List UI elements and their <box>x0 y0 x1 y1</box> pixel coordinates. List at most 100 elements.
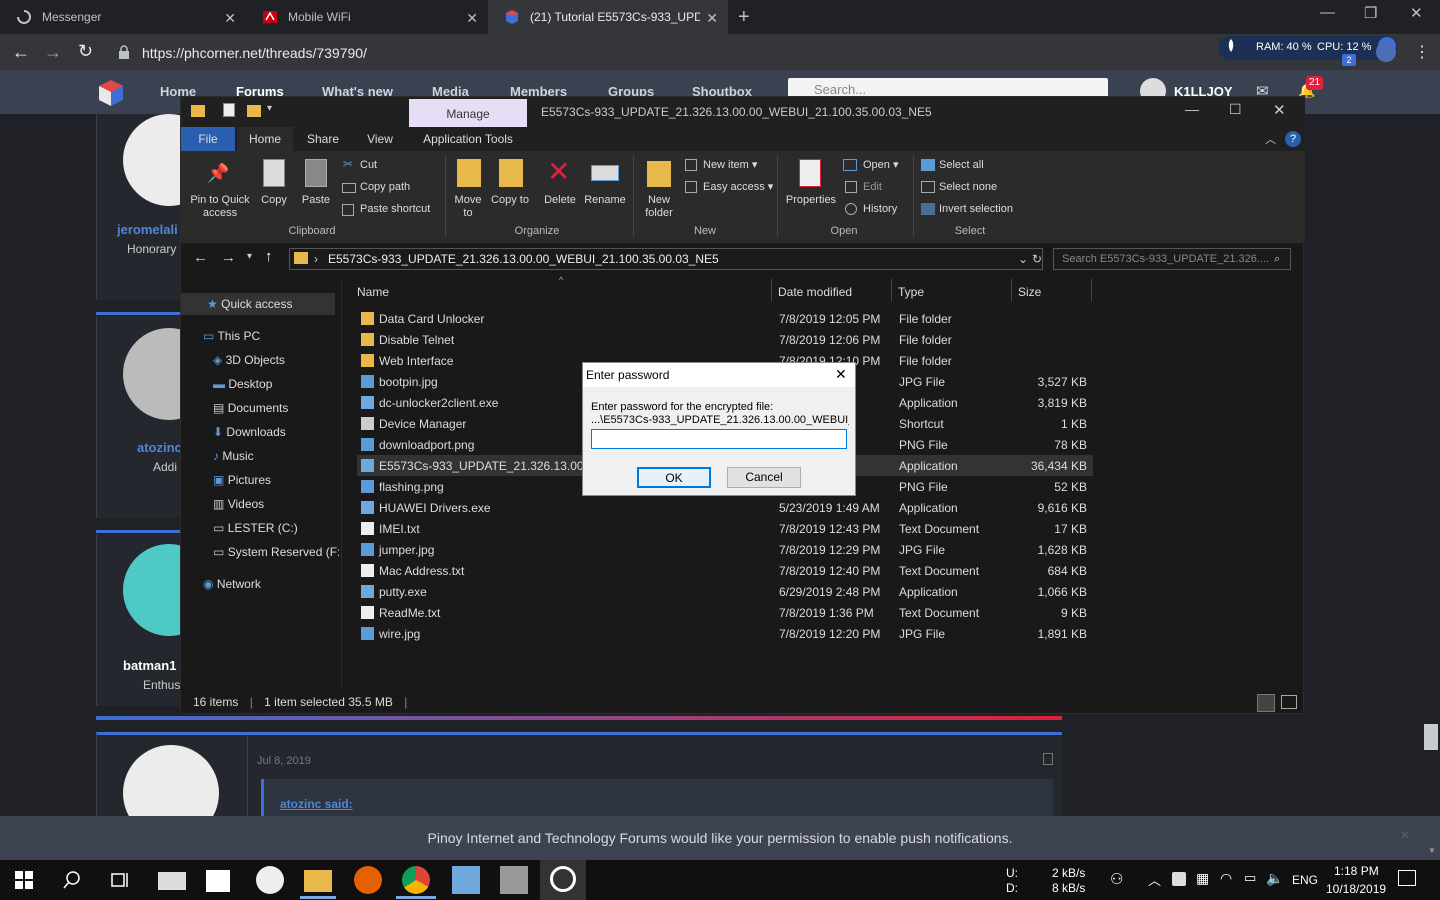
column-name[interactable]: Name <box>357 285 389 299</box>
tab-file[interactable]: File <box>181 127 235 151</box>
column-separator[interactable] <box>1091 279 1092 301</box>
column-type[interactable]: Type <box>898 285 924 299</box>
store-icon[interactable] <box>206 870 230 892</box>
tab-share[interactable]: Share <box>297 127 349 151</box>
tab-messenger[interactable]: Messenger ✕ <box>0 0 246 34</box>
chrome-icon[interactable] <box>402 866 430 894</box>
tab-view[interactable]: View <box>355 127 405 151</box>
column-separator[interactable] <box>771 279 772 301</box>
up-arrow-icon[interactable]: ↑ <box>265 248 273 265</box>
cut-button[interactable]: Cut <box>360 159 377 172</box>
minimize-icon[interactable]: — <box>1185 101 1199 117</box>
author-name[interactable]: batman1 <box>123 658 176 673</box>
easy-access-button[interactable]: Easy access ▾ <box>703 181 773 194</box>
show-hidden-icons-chevron-icon[interactable]: ︿ <box>1148 870 1161 889</box>
search-icon[interactable] <box>62 870 82 890</box>
forward-arrow-icon[interactable]: → <box>221 249 236 266</box>
clock-date[interactable]: 10/18/2019 <box>1326 882 1386 896</box>
notepad-app-icon[interactable] <box>452 866 480 894</box>
file-row[interactable]: Disable Telnet 7/8/2019 12:06 PM File fold… <box>357 329 1093 350</box>
properties-quick-icon[interactable] <box>223 103 235 117</box>
restore-icon[interactable]: ❐ <box>1364 4 1377 22</box>
back-arrow-icon[interactable]: ← <box>193 249 208 266</box>
password-input[interactable] <box>591 429 847 449</box>
close-window-icon[interactable]: ✕ <box>1410 4 1423 22</box>
action-center-icon[interactable] <box>1398 870 1416 886</box>
new-tab-button[interactable]: + <box>738 6 750 29</box>
security-shield-icon[interactable] <box>1172 872 1186 886</box>
people-icon[interactable]: ⚇ <box>1110 870 1123 888</box>
cancel-button[interactable]: Cancel <box>727 467 801 488</box>
file-row[interactable]: Mac Address.txt 7/8/2019 12:40 PM Text Doc… <box>357 560 1093 581</box>
file-row[interactable]: HUAWEI Drivers.exe 5/23/2019 1:49 AM Appli… <box>357 497 1093 518</box>
delete-button[interactable]: Delete <box>539 194 581 207</box>
quote-author[interactable]: atozinc said: <box>280 797 353 811</box>
post-date[interactable]: Jul 8, 2019 <box>257 755 311 767</box>
history-button[interactable]: History <box>863 203 897 216</box>
minimize-icon[interactable]: — <box>1320 4 1335 21</box>
mail-icon[interactable] <box>158 872 186 890</box>
bookmark-icon[interactable] <box>1043 753 1053 765</box>
explorer-search-input[interactable]: Search E5573Cs-933_UPDATE_21.326.... ⌕ <box>1053 248 1291 270</box>
scroll-down-icon[interactable]: ▼ <box>1428 846 1436 855</box>
close-icon[interactable]: ✕ <box>1400 828 1410 842</box>
file-row[interactable]: Data Card Unlocker 7/8/2019 12:05 PM File … <box>357 308 1093 329</box>
copy-to-button[interactable]: Copy to <box>491 194 529 207</box>
details-view-icon[interactable] <box>1257 694 1275 712</box>
address-bar[interactable]: https://phcorner.net/threads/739790/ <box>108 40 1208 66</box>
firefox-icon[interactable] <box>354 866 382 894</box>
reload-icon[interactable]: ↻ <box>78 41 93 62</box>
tab-mobile-wifi[interactable]: Mobile WiFi ✕ <box>246 0 488 34</box>
recent-locations-icon[interactable]: ▾ <box>247 251 252 262</box>
select-all-button[interactable]: Select all <box>939 159 984 172</box>
edit-button[interactable]: Edit <box>863 181 882 194</box>
task-view-icon[interactable] <box>110 870 130 890</box>
profile-avatar[interactable] <box>1376 42 1396 62</box>
file-row[interactable]: ReadMe.txt 7/8/2019 1:36 PM Text Document 9… <box>357 602 1093 623</box>
manage-contextual-tab[interactable]: Manage <box>409 99 527 127</box>
tab-application-tools[interactable]: Application Tools <box>409 127 527 151</box>
close-tab-icon[interactable]: ✕ <box>706 10 718 27</box>
explorer-address-bar[interactable]: › E5573Cs-933_UPDATE_21.326.13.00.00_WEB… <box>289 248 1043 270</box>
volume-icon[interactable]: 🔈 <box>1266 870 1283 887</box>
file-row[interactable]: jumper.jpg 7/8/2019 12:29 PM JPG File 1,628… <box>357 539 1093 560</box>
column-separator[interactable] <box>1011 279 1012 301</box>
help-icon[interactable]: ? <box>1285 131 1301 147</box>
back-arrow-icon[interactable]: ← <box>12 42 30 63</box>
wifi-icon[interactable]: ◠ <box>1220 870 1232 887</box>
battery-icon[interactable]: ▭ <box>1244 870 1256 886</box>
input-language[interactable]: ENG <box>1292 873 1318 887</box>
close-icon[interactable]: ✕ <box>1273 101 1286 119</box>
close-icon[interactable]: ✕ <box>835 366 847 383</box>
page-scrollbar[interactable] <box>1424 724 1438 750</box>
select-none-button[interactable]: Select none <box>939 181 997 194</box>
extension-stats-pill[interactable]: RAM: 40 % CPU: 12 % → <box>1218 36 1398 60</box>
installer-app-icon[interactable] <box>500 866 528 894</box>
close-tab-icon[interactable]: ✕ <box>224 10 236 27</box>
column-size[interactable]: Size <box>1018 285 1041 299</box>
author-name[interactable]: jeromelali <box>117 222 178 237</box>
ok-button[interactable]: OK <box>637 467 711 488</box>
site-logo-icon[interactable] <box>96 78 126 108</box>
move-to-button[interactable]: Move to <box>449 194 487 220</box>
active-taskbar-button[interactable] <box>540 860 586 900</box>
browser-menu-icon[interactable]: ⋮ <box>1414 42 1430 62</box>
customize-toolbar-icon[interactable]: ▾ <box>267 103 272 114</box>
file-explorer-taskbar-icon[interactable] <box>304 870 332 892</box>
copy-button[interactable]: Copy <box>257 194 291 207</box>
file-row[interactable]: putty.exe 6/29/2019 2:48 PM Application 1,0… <box>357 581 1093 602</box>
file-row[interactable]: wire.jpg 7/8/2019 12:20 PM JPG File 1,891 K… <box>357 623 1093 644</box>
collapse-ribbon-icon[interactable]: ︿ <box>1265 131 1276 147</box>
tab-tutorial[interactable]: (21) Tutorial E5573Cs-933_UPDA ✕ <box>488 0 728 34</box>
rename-button[interactable]: Rename <box>581 194 629 207</box>
copy-path-button[interactable]: Copy path <box>360 181 410 194</box>
pin-to-quick-access-button[interactable]: Pin to Quick access <box>185 194 255 220</box>
invert-selection-button[interactable]: Invert selection <box>939 203 1013 216</box>
new-folder-quick-icon[interactable] <box>247 105 261 117</box>
address-dropdown-icon[interactable]: ⌄ <box>1018 249 1028 269</box>
new-folder-button[interactable]: New folder <box>637 194 681 220</box>
column-date-modified[interactable]: Date modified <box>778 285 852 299</box>
windows-start-icon[interactable] <box>14 870 34 890</box>
forward-arrow-icon[interactable]: → <box>44 42 62 63</box>
paste-button[interactable]: Paste <box>299 194 333 207</box>
